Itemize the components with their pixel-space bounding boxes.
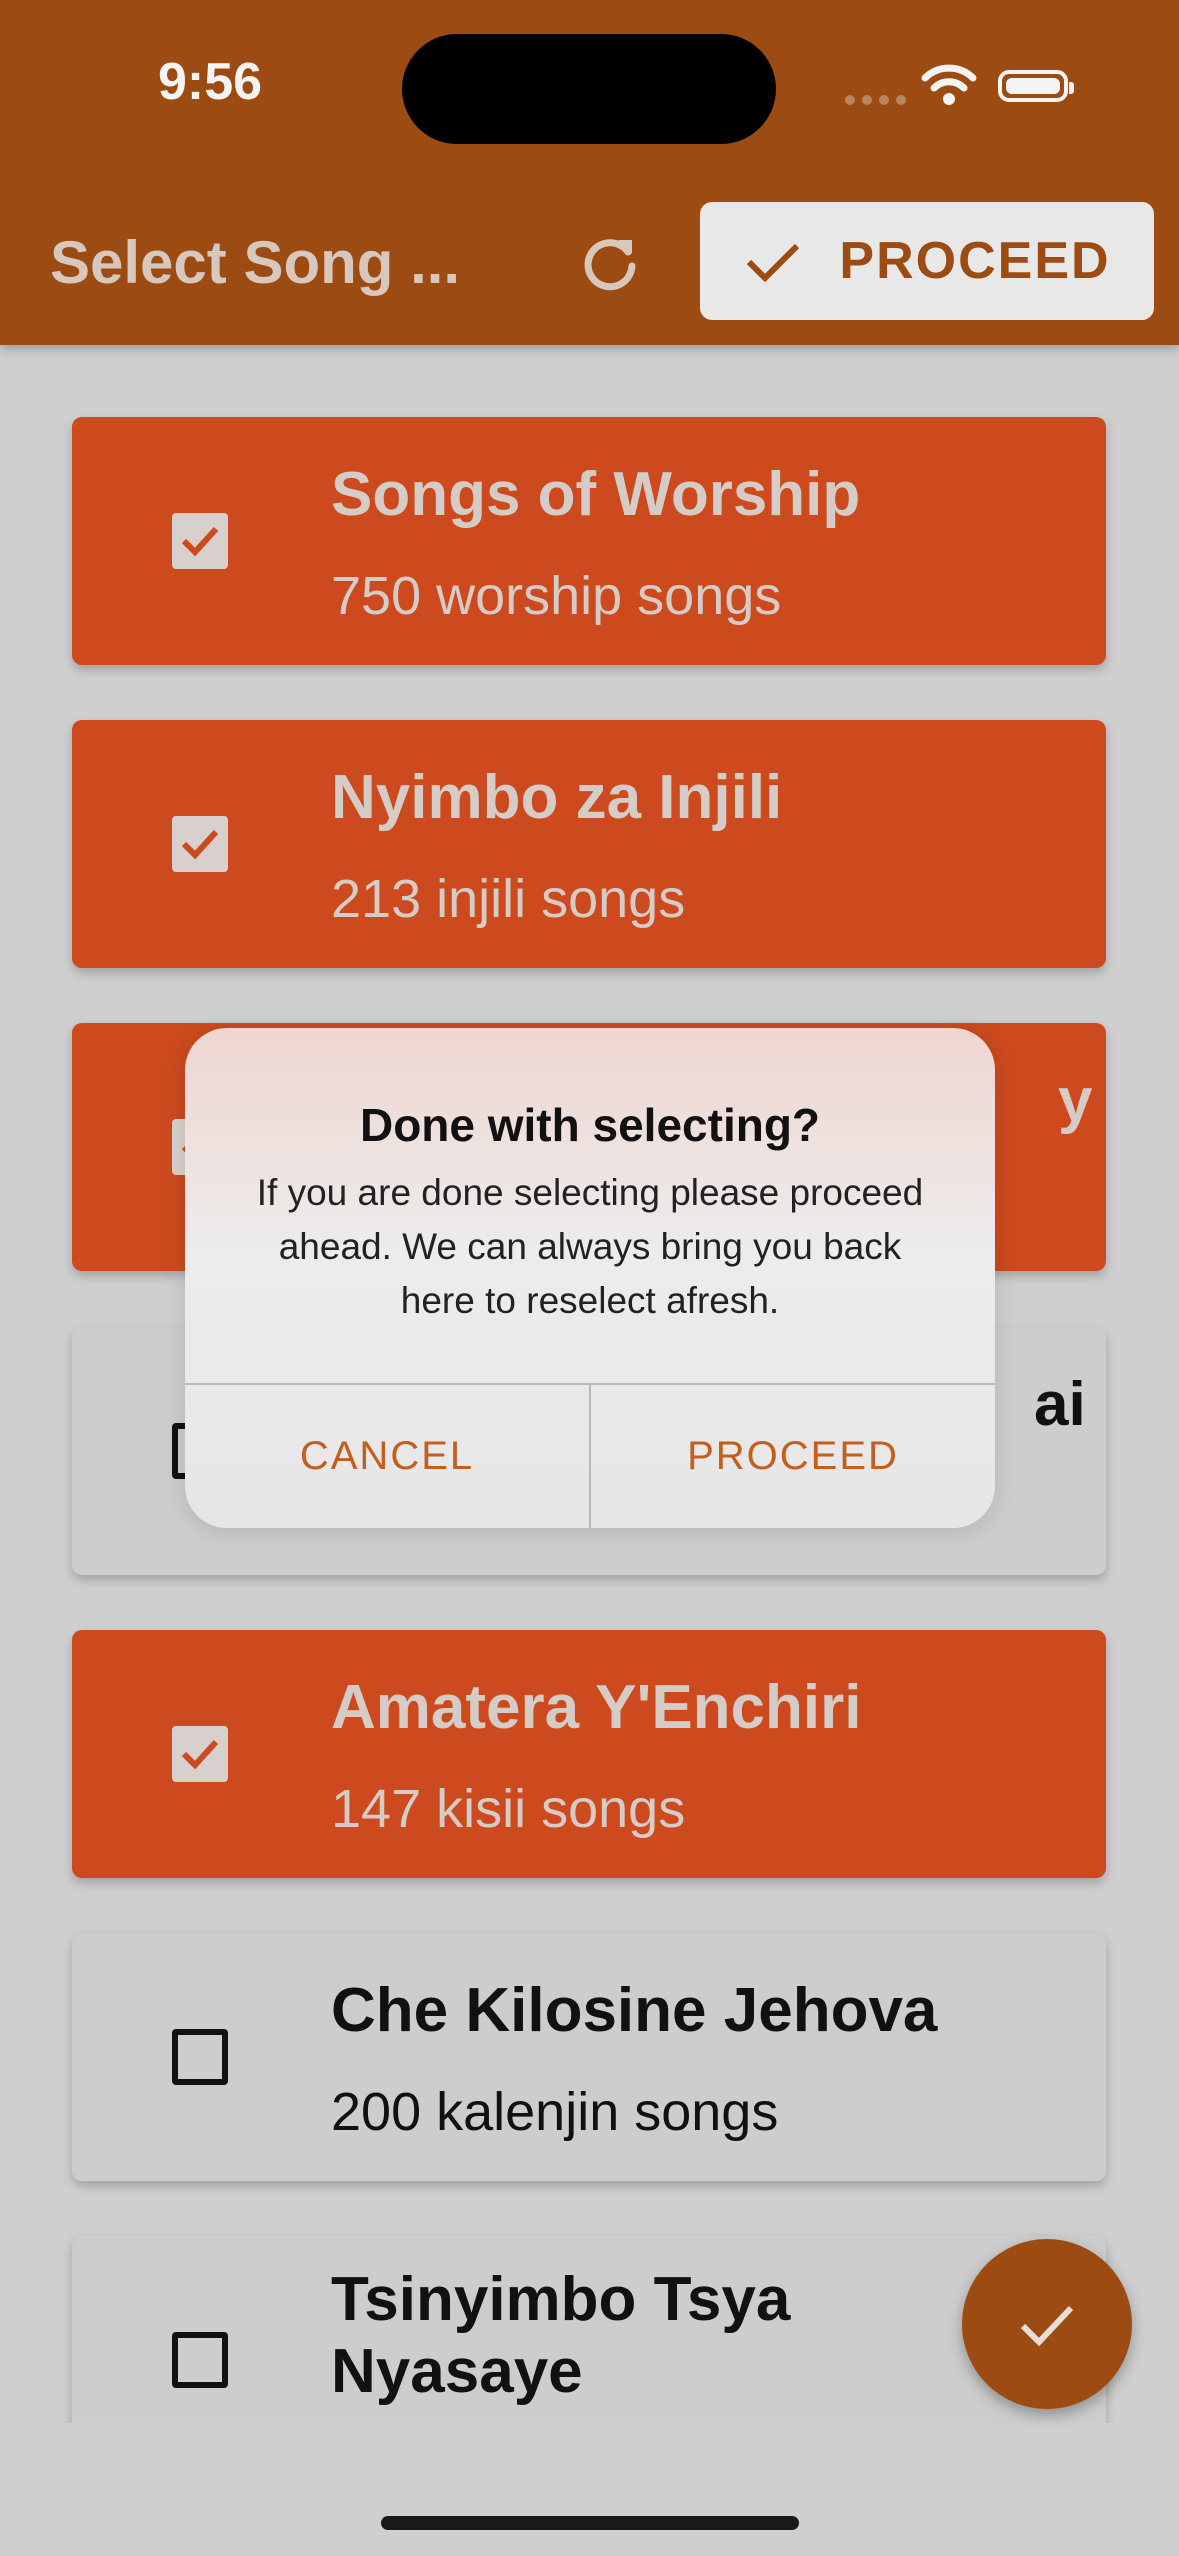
proceed-button[interactable]: PROCEED: [700, 202, 1154, 320]
checkbox-checked[interactable]: [172, 1726, 228, 1782]
check-icon: [747, 243, 800, 283]
check-icon: [181, 829, 219, 860]
dynamic-island: [402, 34, 776, 144]
dialog-message: If you are done selecting please proceed…: [256, 1172, 924, 1321]
songbook-title: Amatera Y'Enchiri: [331, 1673, 862, 1742]
songbook-count: 213 injili songs: [331, 869, 686, 929]
checkbox-checked[interactable]: [172, 513, 228, 569]
checkbox-unchecked[interactable]: [172, 2029, 228, 2085]
check-icon: [181, 1739, 219, 1770]
refresh-icon[interactable]: [578, 230, 642, 294]
dialog-title: Done with selecting?: [359, 1099, 821, 1151]
songbook-title: Songs of Worship: [331, 460, 861, 529]
songbook-card[interactable]: Nyimbo za Injili 213 injili songs: [72, 720, 1106, 968]
battery-icon: [998, 70, 1074, 102]
songbook-title-partial: y: [1058, 1066, 1093, 1135]
proceed-button-label: PROCEED: [839, 232, 1111, 290]
checkbox-checked[interactable]: [172, 816, 228, 872]
confirm-dialog: Done with selecting? If you are done sel…: [185, 1028, 995, 1528]
check-icon: [1020, 2305, 1074, 2347]
checkbox-unchecked[interactable]: [172, 2332, 228, 2388]
songbook-count: 200 kalenjin songs: [331, 2082, 779, 2142]
songbook-card[interactable]: Che Kilosine Jehova 200 kalenjin songs: [72, 1933, 1106, 2181]
status-time: 9:56: [158, 53, 263, 111]
home-indicator[interactable]: [381, 2516, 799, 2530]
songbook-count: 147 kisii songs: [331, 1779, 686, 1839]
cancel-button[interactable]: CANCEL: [185, 1384, 589, 1528]
songbook-count: 750 worship songs: [331, 566, 782, 626]
songbook-title-partial: ai: [1034, 1370, 1086, 1439]
signal-icon: [845, 95, 906, 105]
songbook-card[interactable]: Amatera Y'Enchiri 147 kisii songs: [72, 1630, 1106, 1878]
fab-proceed-button[interactable]: [962, 2239, 1132, 2409]
songbook-title: Nyimbo za Injili: [331, 763, 783, 832]
app-header: 9:56 Select Song ... PROCEED: [0, 0, 1179, 345]
songbook-title: Tsinyimbo Tsya Nyasaye: [331, 2265, 791, 2406]
page-title: Select Song ...: [50, 229, 461, 296]
bottom-safe-area: [0, 2423, 1179, 2556]
songbook-title: Che Kilosine Jehova: [331, 1976, 938, 2045]
songbook-card[interactable]: Songs of Worship 750 worship songs: [72, 417, 1106, 665]
check-icon: [181, 526, 219, 557]
wifi-icon: [921, 64, 977, 105]
dialog-proceed-button[interactable]: PROCEED: [591, 1384, 995, 1528]
